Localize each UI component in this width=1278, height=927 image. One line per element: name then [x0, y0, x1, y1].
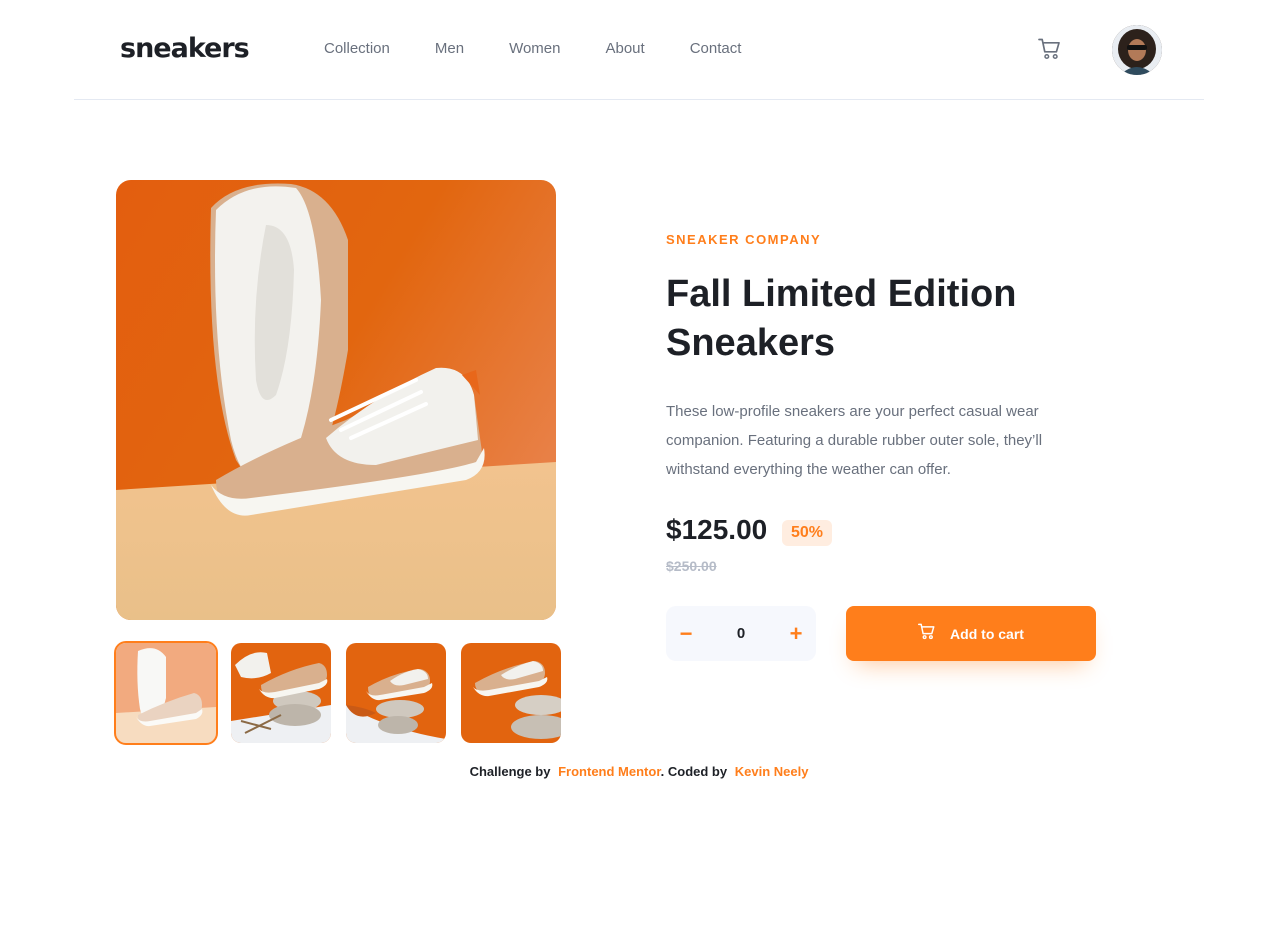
current-price: $125.00	[666, 514, 768, 545]
quantity-value: 0	[736, 625, 746, 642]
page: sneakers Collection Men Women About Cont…	[0, 0, 1278, 927]
company-name: SNEAKER COMPANY	[666, 232, 822, 247]
thumbnail-3[interactable]	[346, 643, 446, 743]
add-to-cart-button[interactable]: Add to cart	[846, 606, 1096, 661]
attribution: Challenge by Frontend Mentor. Coded by K…	[0, 764, 1278, 779]
user-avatar[interactable]	[1112, 25, 1162, 75]
site-header: sneakers Collection Men Women About Cont…	[74, 0, 1204, 100]
frontend-mentor-link[interactable]: Frontend Mentor	[558, 764, 661, 779]
nav-link-women[interactable]: Women	[509, 40, 560, 57]
thumbnail-4[interactable]	[461, 643, 561, 743]
product-description: These low-profile sneakers are your perf…	[666, 403, 1043, 478]
product-main-image[interactable]	[116, 180, 556, 620]
cart-icon	[918, 623, 936, 645]
nav-link-collection[interactable]: Collection	[324, 40, 390, 57]
product-title: Fall Limited Edition Sneakers	[666, 273, 1017, 364]
thumbnail-2[interactable]	[231, 643, 331, 743]
cart-icon[interactable]	[1038, 38, 1064, 62]
thumbnail-1[interactable]	[114, 641, 218, 745]
original-price: $250.00	[666, 558, 717, 574]
decrement-button[interactable]: −	[666, 606, 706, 661]
increment-button[interactable]: +	[776, 606, 816, 661]
author-link[interactable]: Kevin Neely	[735, 764, 809, 779]
discount-badge: 50%	[782, 520, 832, 546]
attribution-prefix: Challenge by	[469, 764, 551, 779]
nav-link-men[interactable]: Men	[435, 40, 464, 57]
nav-link-contact[interactable]: Contact	[690, 40, 742, 57]
attribution-middle: . Coded by	[660, 764, 728, 779]
logo[interactable]: sneakers	[120, 33, 250, 64]
quantity-stepper: − 0 +	[666, 606, 816, 661]
add-to-cart-label: Add to cart	[950, 625, 1024, 642]
main-nav: Collection Men Women About Contact	[324, 40, 786, 57]
nav-link-about[interactable]: About	[605, 40, 644, 57]
